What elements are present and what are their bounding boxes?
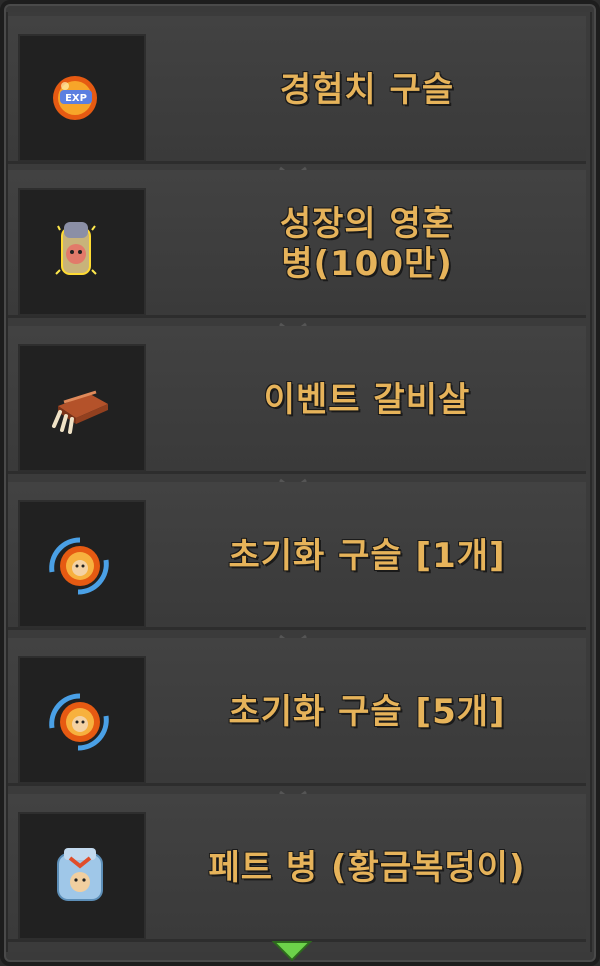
- rib-meat-icon: [52, 390, 108, 434]
- list-item[interactable]: 초기화 구슬 [1개]: [8, 482, 586, 630]
- pet-bottle-golden-icon: [57, 848, 103, 901]
- growth-soul-bottle-icon: [55, 222, 97, 275]
- list-item[interactable]: 초기화 구슬 [5개]: [8, 638, 586, 786]
- svg-text:EXP: EXP: [65, 93, 87, 104]
- item-slot: [18, 188, 146, 316]
- item-slot: [18, 500, 146, 628]
- item-slot: [18, 344, 146, 472]
- exp-orb-icon: EXP: [53, 76, 97, 120]
- chevron-down-icon[interactable]: [270, 938, 314, 964]
- list-item[interactable]: EXP 경험치 구슬: [8, 16, 586, 164]
- item-label: 성장의 영혼 병(100만): [279, 204, 455, 284]
- item-label: 초기화 구슬 [1개]: [228, 536, 506, 576]
- list-item[interactable]: 페트 병 (황금복덩이): [8, 794, 586, 942]
- list-item[interactable]: 성장의 영혼 병(100만): [8, 170, 586, 318]
- item-label: 경험치 구슬: [279, 70, 455, 110]
- reset-orb-icon: [49, 537, 109, 595]
- item-slot: [18, 812, 146, 940]
- item-label: 페트 병 (황금복덩이): [208, 848, 526, 888]
- item-label: 초기화 구슬 [5개]: [228, 692, 506, 732]
- item-slot: [18, 656, 146, 784]
- reset-orb-icon: [49, 693, 109, 751]
- list-item[interactable]: 이벤트 갈비살: [8, 326, 586, 474]
- item-slot: EXP: [18, 34, 146, 162]
- item-label: 이벤트 갈비살: [263, 380, 471, 420]
